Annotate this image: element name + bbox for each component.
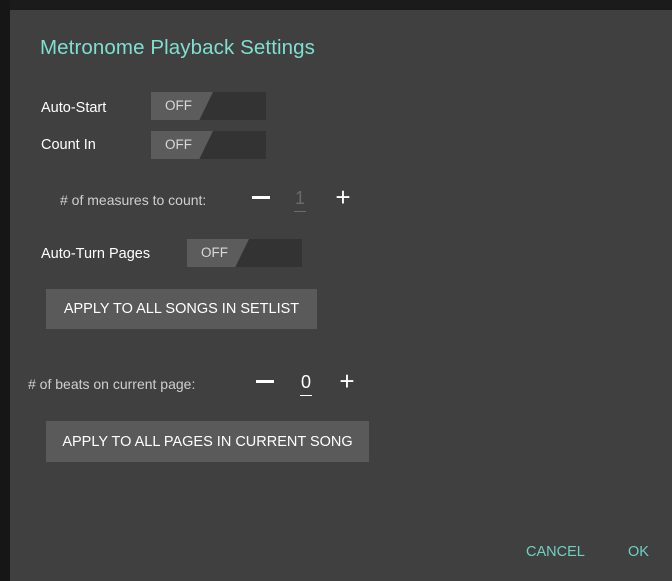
auto-start-state: OFF bbox=[165, 98, 192, 113]
minus-icon bbox=[252, 196, 270, 199]
measures-plus-button[interactable]: + bbox=[332, 184, 354, 210]
left-edge-strip bbox=[0, 0, 10, 581]
count-in-state: OFF bbox=[165, 137, 192, 152]
beats-label: # of beats on current page: bbox=[28, 376, 196, 392]
measures-minus-button[interactable] bbox=[250, 184, 272, 199]
measures-value-field[interactable]: 1 bbox=[292, 188, 308, 212]
measures-value: 1 bbox=[294, 188, 305, 208]
auto-turn-state: OFF bbox=[201, 245, 228, 260]
auto-start-label: Auto-Start bbox=[41, 100, 107, 116]
minus-icon bbox=[256, 380, 274, 383]
beats-plus-button[interactable]: + bbox=[336, 368, 358, 394]
auto-turn-label: Auto-Turn Pages bbox=[41, 246, 151, 262]
count-in-label: Count In bbox=[41, 137, 96, 153]
beats-value-field[interactable]: 0 bbox=[298, 372, 314, 396]
beats-underline bbox=[300, 395, 312, 396]
metronome-settings-dialog: Metronome Playback Settings Auto-Start O… bbox=[10, 10, 672, 581]
dialog-title: Metronome Playback Settings bbox=[40, 36, 316, 59]
ok-button[interactable]: OK bbox=[628, 544, 649, 560]
beats-minus-button[interactable] bbox=[254, 368, 276, 383]
cancel-button[interactable]: CANCEL bbox=[526, 544, 585, 560]
plus-icon: + bbox=[335, 182, 351, 212]
measures-underline bbox=[294, 211, 306, 212]
auto-start-toggle[interactable]: OFF bbox=[151, 92, 266, 120]
apply-to-song-button[interactable]: APPLY TO ALL PAGES IN CURRENT SONG bbox=[46, 421, 369, 462]
auto-turn-toggle[interactable]: OFF bbox=[187, 239, 302, 267]
apply-to-setlist-button[interactable]: APPLY TO ALL SONGS IN SETLIST bbox=[46, 289, 317, 329]
count-in-toggle[interactable]: OFF bbox=[151, 131, 266, 159]
beats-value: 0 bbox=[300, 372, 311, 392]
plus-icon: + bbox=[339, 366, 355, 396]
measures-label: # of measures to count: bbox=[60, 192, 207, 208]
